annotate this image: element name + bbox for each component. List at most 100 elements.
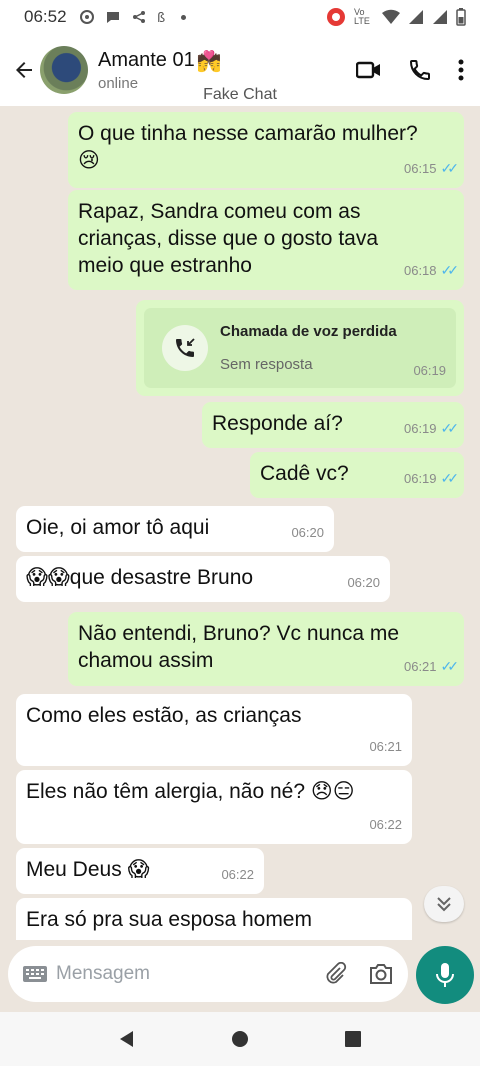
message-time: 06:15 (403, 161, 437, 176)
composer-actions (324, 962, 394, 986)
chat-status-icon (106, 12, 119, 23)
message-meta: 06:20 (291, 519, 324, 546)
message-text: Não entendi, Bruno? Vc nunca me chamou a… (78, 622, 400, 672)
message-time: 06:19 (403, 471, 437, 486)
message-text: Oie, oi amor tô aqui (26, 516, 210, 539)
read-ticks-icon: ✓✓ (440, 420, 460, 436)
mic-icon (436, 963, 454, 987)
message-meta: 06:18 ✓✓ (403, 257, 460, 284)
nav-recents-icon[interactable] (343, 1029, 363, 1049)
message-outgoing[interactable]: Não entendi, Bruno? Vc nunca me chamou a… (68, 612, 464, 686)
message-outgoing[interactable]: Responde aí? 06:19 ✓✓ (202, 402, 464, 448)
message-time: 06:19 (413, 363, 446, 378)
message-text: Cadê vc? (260, 462, 349, 485)
double-chevron-down-icon (437, 897, 451, 912)
missed-call-card[interactable]: Chamada de voz perdida Sem resposta 06:1… (144, 308, 456, 388)
contact-name: Amante 01 💏 (98, 49, 222, 73)
message-time: 06:21 (403, 659, 437, 674)
status-notification-icons: ß (79, 9, 186, 25)
signal-2-icon (433, 10, 447, 24)
message-meta: 06:22 (221, 861, 254, 888)
message-meta: 06:19 ✓✓ (403, 465, 460, 492)
voice-message-button[interactable] (416, 946, 474, 1004)
message-emoji: 😱 (127, 857, 150, 881)
message-text: Eles não têm alergia, não né? (26, 780, 306, 803)
nav-back-icon[interactable] (117, 1029, 137, 1049)
read-ticks-icon: ✓✓ (440, 262, 460, 278)
message-composer[interactable]: Mensagem (8, 946, 408, 1002)
message-text: que desastre Bruno (69, 566, 254, 589)
message-meta: 06:20 (347, 569, 380, 596)
read-ticks-icon: ✓✓ (440, 160, 460, 176)
missed-call-title: Chamada de voz perdida (220, 323, 397, 340)
message-time: 06:19 (403, 421, 437, 436)
message-emoji: 😱😱 (26, 565, 70, 589)
message-incoming[interactable]: Como eles estão, as crianças 06:21 (16, 694, 412, 766)
chat-area[interactable]: O que tinha nesse camarão mulher? 😢 06:1… (0, 106, 480, 940)
svg-text:ß: ß (157, 11, 165, 25)
signal-icon (409, 10, 423, 24)
message-outgoing[interactable]: Rapaz, Sandra comeu com as crianças, dis… (68, 190, 464, 290)
nav-home-icon[interactable] (230, 1029, 250, 1049)
read-ticks-icon: ✓✓ (440, 658, 460, 674)
contact-name-text: Amante 01 (98, 49, 195, 71)
chat-header: Amante 01 💏 online Fake Chat (0, 34, 480, 106)
record-icon (327, 8, 345, 26)
message-incoming[interactable]: Eles não têm alergia, não né? 😞😑 06:22 (16, 770, 412, 844)
message-emoji: 😞😑 (310, 779, 355, 803)
arrow-left-icon (16, 62, 32, 78)
camera-icon[interactable] (368, 963, 394, 985)
message-time: 06:20 (347, 575, 380, 590)
message-incoming[interactable]: Oie, oi amor tô aqui 06:20 (16, 506, 334, 552)
message-text: Meu Deus (26, 858, 122, 881)
system-nav-bar (0, 1012, 480, 1066)
message-meta: 06:19 (413, 357, 446, 384)
status-time: 06:52 (24, 7, 67, 26)
missed-call-subtitle: Sem resposta (220, 356, 313, 373)
message-text: Responde aí? (212, 412, 343, 435)
message-emoji: 😢 (78, 148, 100, 172)
message-text: O que tinha nesse camarão mulher? (78, 122, 418, 145)
app-watermark: Fake Chat (203, 86, 277, 103)
missed-call-message[interactable]: Chamada de voz perdida Sem resposta 06:1… (136, 300, 464, 396)
message-meta: 06:21 ✓✓ (403, 653, 460, 680)
missed-call-text: Chamada de voz perdida Sem resposta (220, 318, 397, 378)
message-text: Era só pra sua esposa homem (26, 908, 312, 931)
wifi-icon (382, 9, 400, 24)
scroll-to-bottom-button[interactable] (424, 886, 464, 922)
message-meta: 06:21 (369, 733, 402, 760)
message-text: Como eles estão, as crianças (26, 704, 302, 727)
message-incoming[interactable]: Meu Deus 😱 06:22 (16, 848, 264, 894)
message-text: Rapaz, Sandra comeu com as crianças, dis… (78, 200, 379, 277)
network-label: Vo LTE (354, 7, 370, 26)
attach-icon[interactable] (324, 962, 348, 986)
read-ticks-icon: ✓✓ (440, 470, 460, 486)
keyboard-icon[interactable] (22, 965, 48, 983)
contact-emoji: 💏 (196, 48, 222, 73)
message-time: 06:22 (221, 867, 254, 882)
message-incoming[interactable]: 😱😱que desastre Bruno 06:20 (16, 556, 390, 602)
status-bar: 06:52 ß Vo LTE (0, 0, 480, 34)
status-system-icons: Vo LTE (326, 7, 466, 27)
sync-status-icon: ß (157, 11, 165, 25)
message-time: 06:22 (369, 817, 402, 832)
more-vert-icon[interactable] (458, 59, 464, 81)
message-incoming[interactable]: Era só pra sua esposa homem (16, 898, 412, 940)
more-notifications-dot (180, 14, 186, 20)
settings-status-icon (79, 10, 94, 24)
missed-call-icon (162, 325, 208, 371)
message-outgoing[interactable]: O que tinha nesse camarão mulher? 😢 06:1… (68, 112, 464, 188)
header-actions (356, 58, 464, 82)
message-input[interactable]: Mensagem (56, 963, 324, 985)
message-meta: 06:19 ✓✓ (403, 415, 460, 442)
message-time: 06:18 (403, 263, 437, 278)
message-time: 06:21 (369, 739, 402, 754)
video-call-icon[interactable] (356, 60, 382, 80)
message-outgoing[interactable]: Cadê vc? 06:19 ✓✓ (250, 452, 464, 498)
message-meta: 06:22 (369, 811, 402, 838)
battery-icon (456, 8, 466, 26)
message-meta: 06:15 ✓✓ (403, 155, 460, 182)
message-time: 06:20 (291, 525, 324, 540)
back-button[interactable] (4, 50, 44, 90)
phone-icon[interactable] (408, 58, 432, 82)
